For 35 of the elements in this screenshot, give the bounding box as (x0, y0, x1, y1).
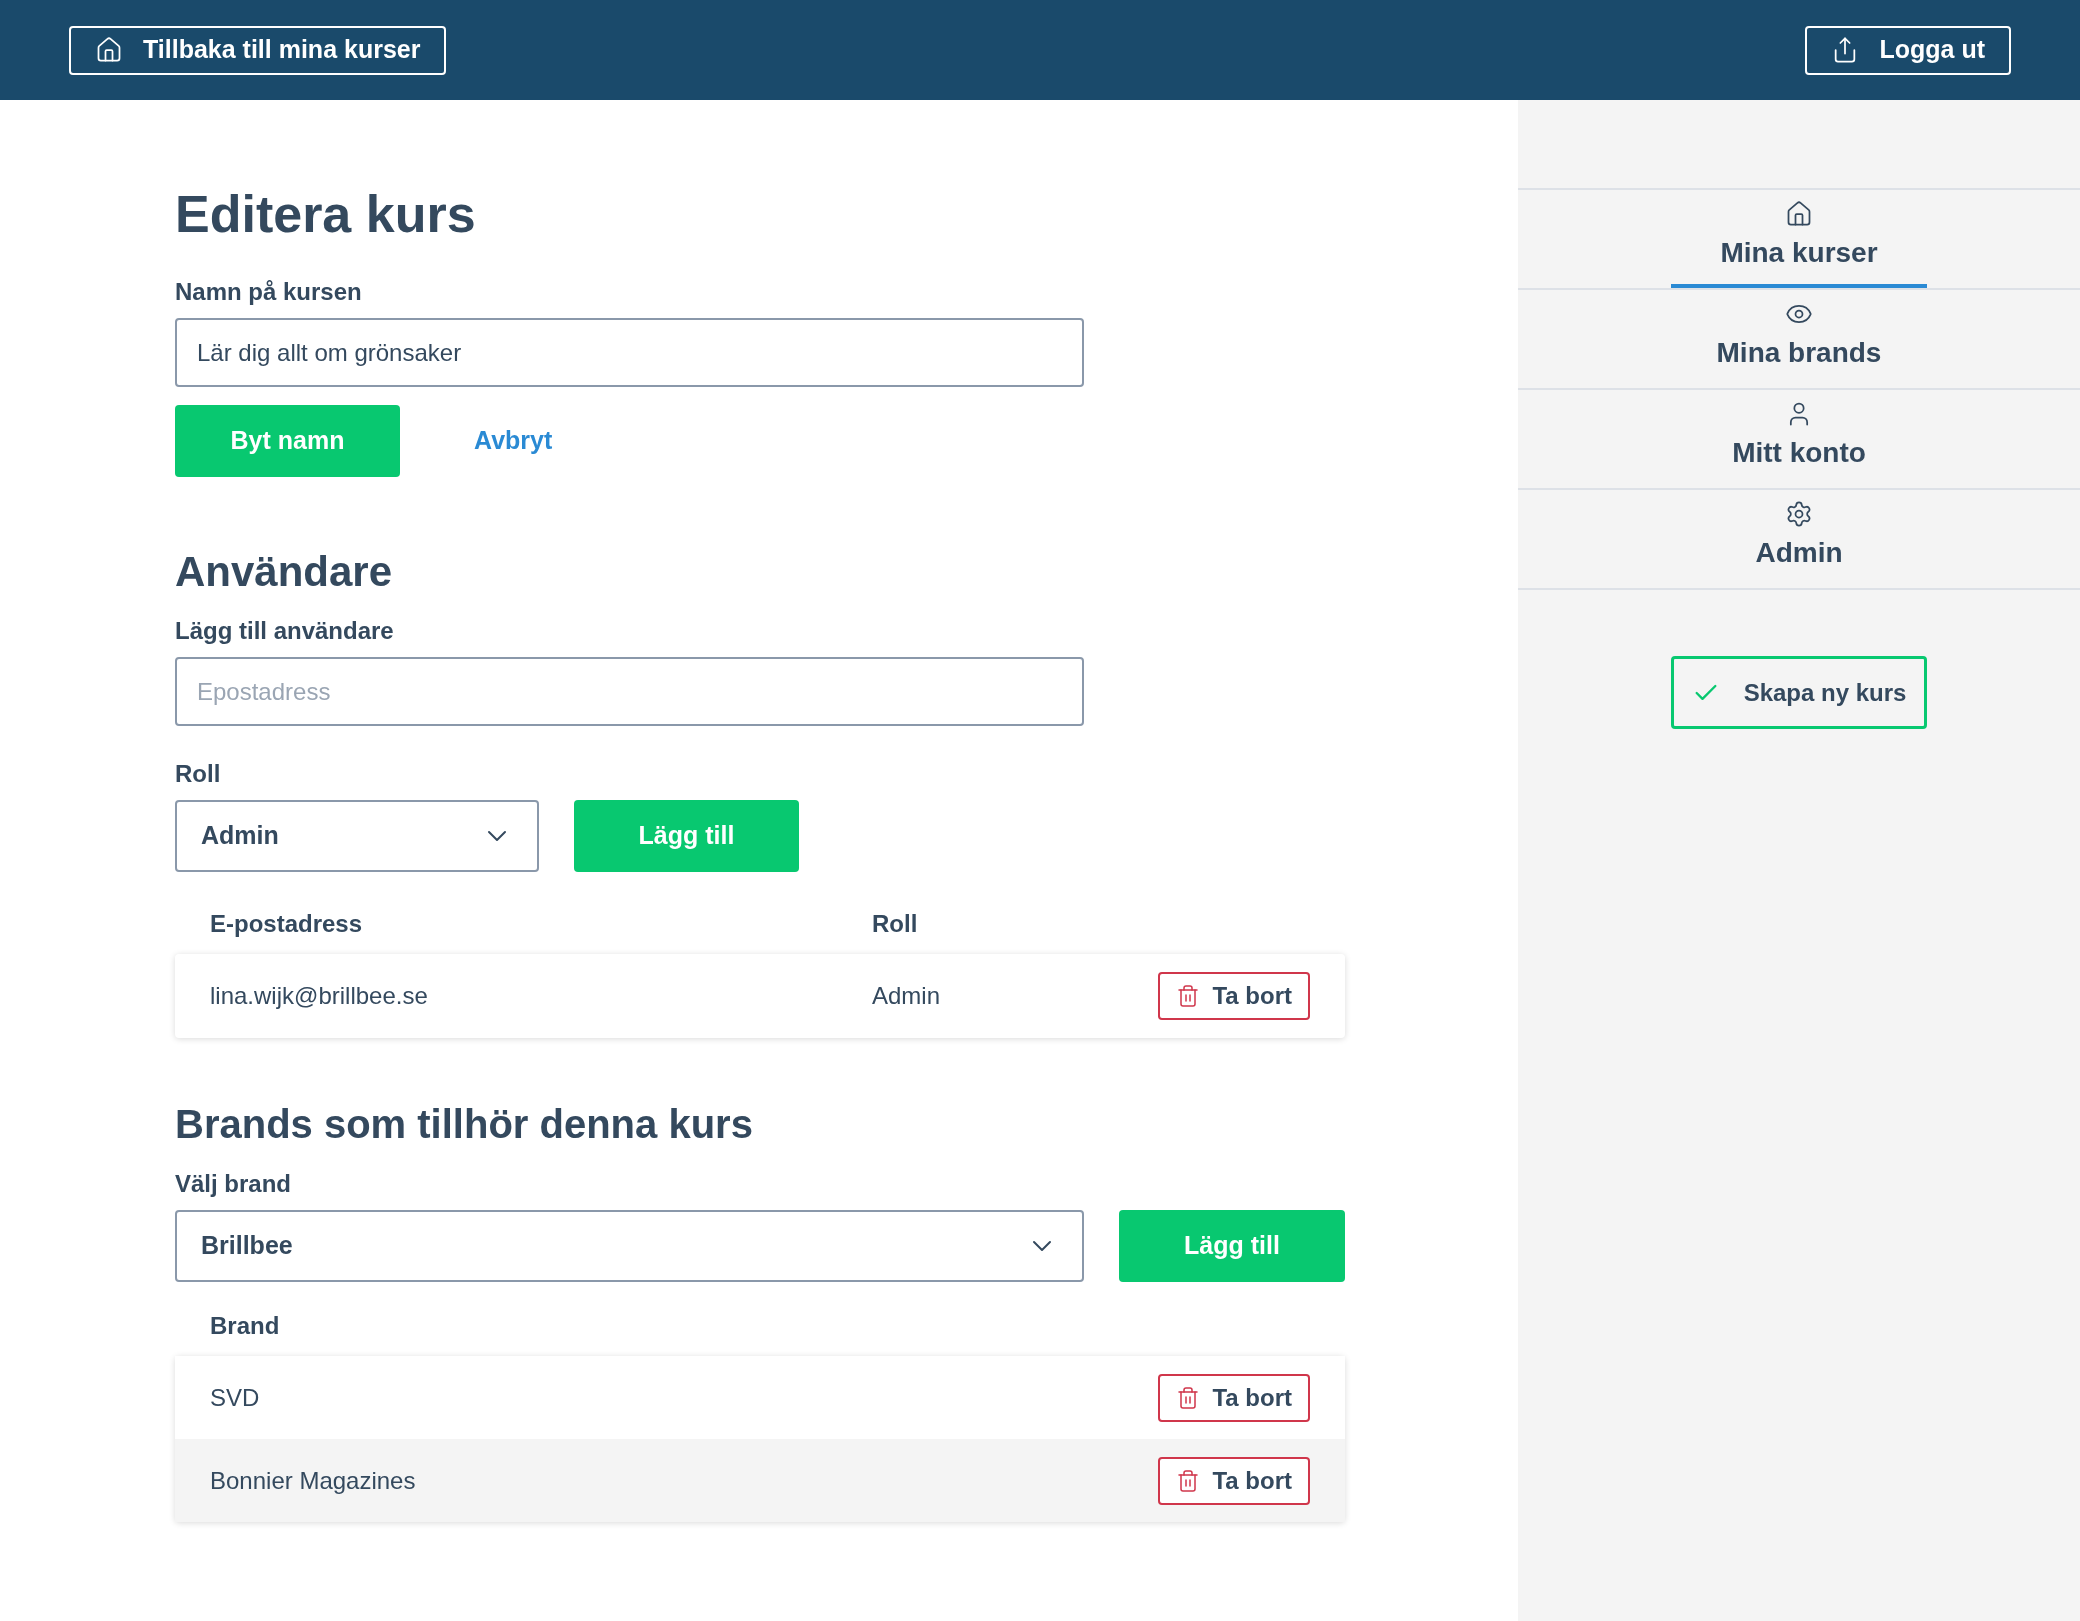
nav-tab[interactable]: Mitt konto (1671, 390, 1927, 488)
table-cell-text: SVD (210, 1382, 261, 1413)
cancel-link[interactable]: Avbryt (474, 422, 553, 460)
remove-button[interactable]: Ta bort (1158, 1456, 1310, 1505)
email-input[interactable]: Epostadress (175, 657, 1084, 726)
column-header: Roll (872, 909, 918, 939)
trash-icon (1176, 984, 1201, 1008)
column-header: E-postadress (210, 909, 364, 939)
remove-button[interactable]: Ta bort (1158, 972, 1310, 1020)
nav-tab[interactable]: Mina brands (1671, 290, 1927, 388)
nav-tab[interactable]: Mina kurser (1671, 190, 1927, 288)
home-icon (95, 36, 123, 64)
dropdown-select[interactable]: Admin (175, 800, 539, 872)
logout-button[interactable]: Logga ut (1805, 25, 2011, 75)
column-header: Brand (210, 1311, 280, 1341)
nav-tab[interactable]: Admin (1671, 490, 1927, 588)
create-course-button[interactable]: Skapa ny kurs (1671, 656, 1927, 729)
field-label: Namn på kursen (175, 277, 363, 307)
section-heading: Brands som tillhör denna kurs (175, 1104, 754, 1144)
course-name-input[interactable]: Lär dig allt om grönsaker (175, 318, 1084, 387)
section-heading: Användare (175, 551, 394, 593)
field-label: Lägg till användare (175, 616, 395, 646)
table-cell-text: Bonnier Magazines (210, 1465, 417, 1496)
gear-icon (1785, 500, 1813, 528)
back-button[interactable]: Tillbaka till mina kurser (69, 25, 447, 75)
home-icon (1785, 200, 1813, 228)
field-label: Välj brand (175, 1169, 293, 1199)
trash-icon (1176, 1385, 1201, 1410)
trash-icon (1176, 1468, 1201, 1493)
field-label: Roll (175, 759, 222, 789)
table-cell-text: lina.wijk@brillbee.se (210, 981, 429, 1011)
table-cell-text: Admin (872, 981, 942, 1011)
page-title: Editera kurs (175, 188, 477, 240)
remove-button[interactable]: Ta bort (1158, 1373, 1310, 1422)
dropdown-select[interactable]: Brillbee (175, 1210, 1084, 1282)
